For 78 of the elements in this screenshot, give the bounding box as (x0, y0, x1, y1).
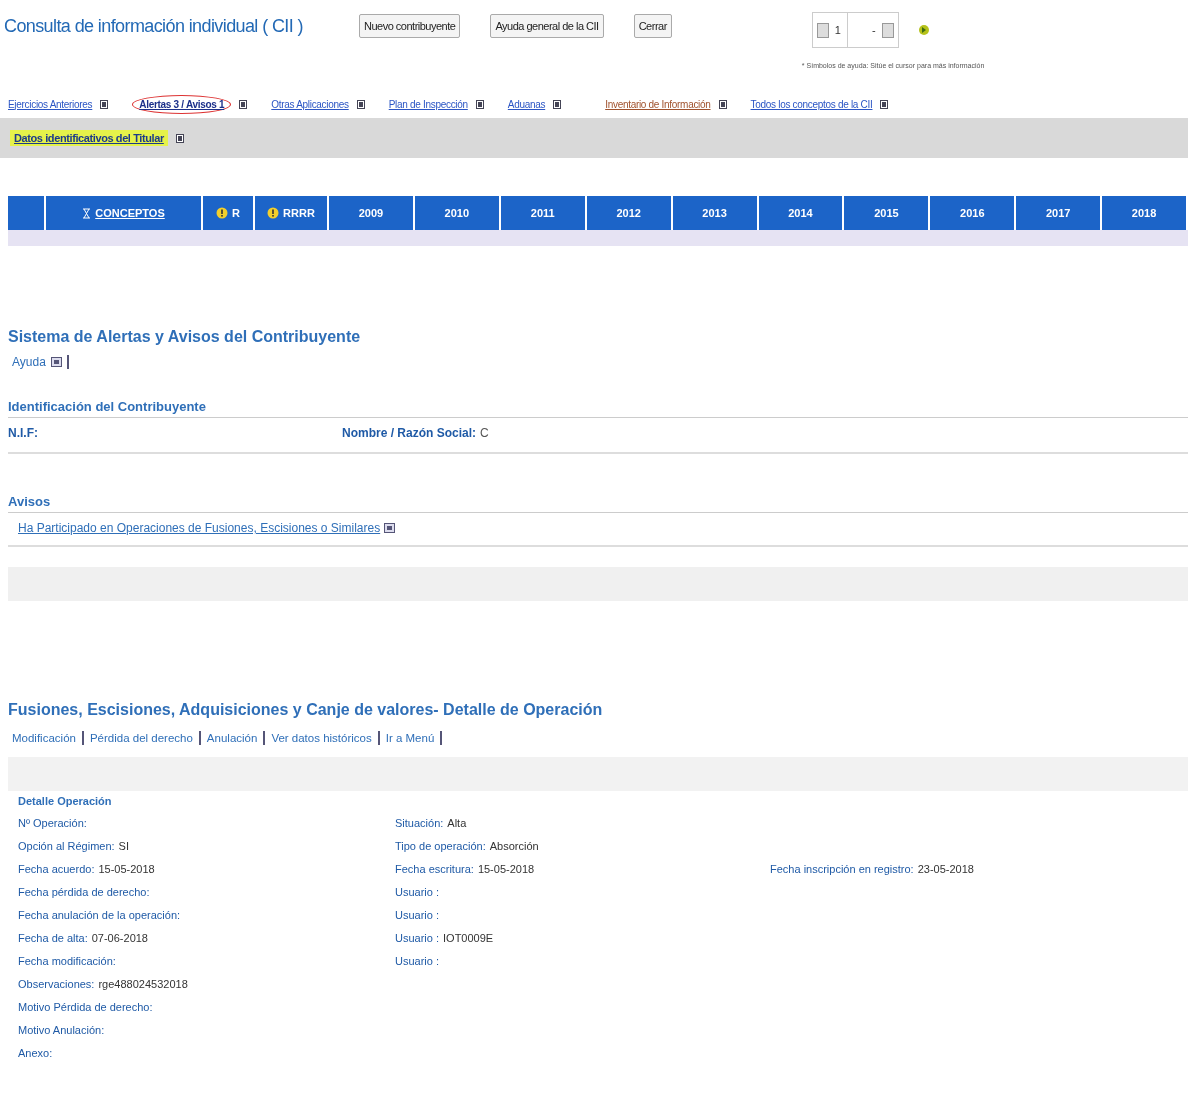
external-link-icon[interactable] (475, 99, 484, 109)
detail-value: rge488024532018 (98, 977, 188, 990)
nav-link[interactable]: Inventario de Información (605, 98, 711, 110)
detail-label: Motivo Anulación: (18, 1023, 105, 1036)
detail-label: Usuario : (395, 908, 440, 921)
detail-label: Situación: (395, 816, 444, 829)
external-link-icon[interactable] (175, 133, 184, 143)
action-link[interactable]: Anulación (206, 732, 258, 744)
nav-link[interactable]: Todos los conceptos de la CII (750, 98, 873, 110)
detail-title: Detalle Operación (18, 795, 113, 807)
detail-label: Anexo: (18, 1046, 53, 1059)
detail-label: Usuario : (395, 954, 440, 967)
nav-link[interactable]: Ejercicios Anteriores (8, 98, 93, 110)
filter-icon[interactable] (82, 207, 92, 219)
detail-value: 15-05-2018 (98, 862, 155, 875)
aviso-link[interactable]: Ha Participado en Operaciones de Fusiones, Escisiones o Similares (18, 521, 381, 535)
subsection-title: Identificación del Contribuyente (8, 399, 1188, 418)
nav-link[interactable]: Plan de Inspección (388, 98, 468, 110)
external-link-icon[interactable] (50, 357, 62, 367)
external-link-icon[interactable] (880, 99, 889, 109)
divider (66, 355, 69, 369)
action-link[interactable]: Pérdida del derecho (89, 732, 193, 744)
detail-value: 15-05-2018 (477, 862, 535, 875)
external-link-icon[interactable] (384, 523, 396, 533)
detail-value: 07-06-2018 (91, 931, 148, 944)
external-link-icon[interactable] (356, 99, 365, 109)
external-link-icon[interactable] (100, 99, 109, 109)
detail-value: 23-05-2018 (917, 862, 974, 875)
detail-label: Fecha de alta: (18, 931, 88, 944)
header-button[interactable]: Ayuda general de la CII (490, 14, 604, 38)
page-separator: - (871, 24, 876, 36)
detail-value: IOT0009E (443, 931, 494, 944)
detail-label: Observaciones: (18, 977, 95, 990)
detail-label: Fecha escritura: (395, 862, 474, 875)
help-link[interactable]: Ayuda (12, 355, 46, 369)
section-title: Sistema de Alertas y Avisos del Contribuyente (8, 328, 362, 346)
alert-icon (216, 207, 228, 219)
detail-label: Nº Operación: (18, 816, 87, 829)
field-value: C (480, 426, 489, 440)
page-number: 1 (834, 24, 841, 36)
divider (263, 731, 266, 745)
detail-label: Usuario : (395, 885, 440, 898)
detail-label: Fecha inscripción en registro: (770, 862, 914, 875)
detail-label: Fecha modificación: (18, 954, 116, 967)
external-link-icon[interactable] (239, 99, 248, 109)
header-button[interactable]: Nuevo contribuyente (359, 14, 461, 38)
detail-value: Alta (447, 816, 467, 829)
external-link-icon[interactable] (553, 99, 562, 109)
header-button[interactable]: Cerrar (633, 14, 672, 38)
action-link[interactable]: Modificación (12, 732, 76, 744)
divider (440, 731, 443, 745)
subsection-title: Avisos (8, 494, 1188, 513)
divider (377, 731, 380, 745)
detail-label: Fecha anulación de la operación: (18, 908, 181, 921)
go-icon[interactable] (916, 23, 931, 37)
detail-value: SI (118, 839, 129, 852)
detail-label: Usuario : (395, 931, 440, 944)
alert-icon (267, 207, 280, 219)
divider (81, 731, 84, 745)
titular-link[interactable]: Datos identificativos del Titular (10, 130, 168, 146)
field-label: N.I.F: (8, 426, 38, 440)
detail-value: Absorción (489, 839, 539, 852)
detail-label: Opción al Régimen: (18, 839, 115, 852)
detail-label: Fecha acuerdo: (18, 862, 95, 875)
detail-label: Fecha pérdida de derecho: (18, 885, 150, 898)
nav-link[interactable]: Aduanas (507, 98, 546, 110)
detail-label: Motivo Pérdida de derecho: (18, 1000, 153, 1013)
nav-link[interactable]: Otras Aplicaciones (271, 98, 349, 110)
last-page-icon[interactable] (881, 22, 894, 38)
first-page-icon[interactable] (816, 22, 829, 38)
divider (198, 731, 201, 745)
page-title: Consulta de información individual ( CII ) (4, 16, 304, 37)
field-label: Nombre / Razón Social: (342, 426, 477, 440)
section-title: Fusiones, Escisiones, Adquisiciones y Canje de valores- Detalle de Operación (8, 701, 604, 719)
external-link-icon[interactable] (718, 99, 727, 109)
action-link[interactable]: Ir a Menú (385, 732, 435, 744)
detail-label: Tipo de operación: (395, 839, 486, 852)
action-link[interactable]: Ver datos históricos (271, 732, 372, 744)
